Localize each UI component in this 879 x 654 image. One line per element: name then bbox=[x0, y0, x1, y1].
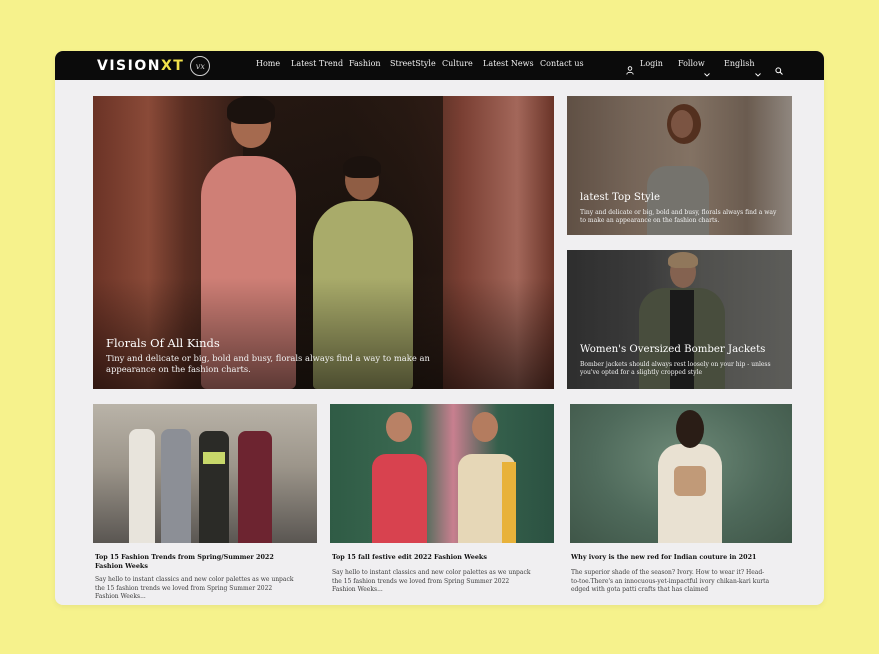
user-icon[interactable] bbox=[626, 60, 634, 79]
logo-wordmark: VISIONXT bbox=[97, 58, 185, 74]
figure-white-coat bbox=[129, 429, 155, 543]
article-1-description: Say hello to instant classics and new co… bbox=[95, 576, 294, 601]
nav-culture[interactable]: Culture bbox=[442, 59, 473, 68]
nav-home[interactable]: Home bbox=[256, 59, 280, 68]
article-2-image[interactable] bbox=[330, 404, 554, 543]
article-2-description: Say hello to instant classics and new co… bbox=[332, 569, 531, 594]
figure-lime-stripe bbox=[203, 452, 225, 464]
figure-grey-coat bbox=[161, 429, 191, 543]
hero-side-top-title: latest Top Style bbox=[580, 192, 661, 203]
figure-back bbox=[674, 466, 706, 496]
search-icon[interactable] bbox=[775, 60, 783, 79]
nav-streetstyle[interactable]: StreetStyle bbox=[390, 59, 436, 68]
nav-contact-us[interactable]: Contact us bbox=[540, 59, 584, 68]
article-3-title[interactable]: Why ivory is the new red for Indian cout… bbox=[571, 553, 786, 562]
hero-side-bottom-description: Bomber jackets should always rest loosel… bbox=[580, 361, 771, 376]
figure-burgundy-suit bbox=[238, 431, 272, 543]
chevron-down-icon[interactable] bbox=[755, 62, 761, 81]
hero-main-title: Florals Of All Kinds bbox=[106, 336, 220, 350]
hero-side-bottom-title: Women's Oversized Bomber Jackets bbox=[580, 344, 766, 355]
hero-side-bottom-card[interactable]: Women's Oversized Bomber Jackets Bomber … bbox=[567, 250, 792, 389]
figure-red-outfit bbox=[372, 454, 427, 543]
nav-latest-news[interactable]: Latest News bbox=[483, 59, 534, 68]
figure-left-head bbox=[386, 412, 412, 442]
logo-emblem-icon: vx bbox=[190, 56, 211, 76]
article-2-title[interactable]: Top 15 fall festive edit 2022 Fashion We… bbox=[332, 553, 547, 562]
chevron-down-icon[interactable] bbox=[704, 62, 710, 81]
follow-dropdown[interactable]: Follow bbox=[678, 59, 705, 68]
article-3-description: The superior shade of the season? Ivory.… bbox=[571, 569, 770, 594]
site-logo[interactable]: VISIONXT vx bbox=[97, 56, 211, 76]
figure-right-head bbox=[472, 412, 498, 442]
figure-striped-top bbox=[199, 431, 229, 543]
article-1-image[interactable] bbox=[93, 404, 317, 543]
nav-fashion[interactable]: Fashion bbox=[349, 59, 381, 68]
figure-yellow-dupatta bbox=[502, 462, 516, 543]
hero-main-card[interactable]: Florals Of All Kinds Tiny and delicate o… bbox=[93, 96, 554, 389]
language-dropdown[interactable]: English bbox=[724, 59, 755, 68]
hero-main-description: Tiny and delicate or big, bold and busy,… bbox=[106, 353, 430, 374]
figure-hair-bun bbox=[676, 410, 704, 448]
festive-background bbox=[330, 404, 554, 543]
article-3-image[interactable] bbox=[570, 404, 792, 543]
top-navbar: VISIONXT vx Home Latest Trend Fashion St… bbox=[55, 51, 824, 80]
hero-side-top-card[interactable]: latest Top Style Tiny and delicate or bi… bbox=[567, 96, 792, 235]
login-link[interactable]: Login bbox=[640, 59, 663, 68]
browser-window: VISIONXT vx Home Latest Trend Fashion St… bbox=[55, 51, 824, 605]
nav-latest-trend[interactable]: Latest Trend bbox=[291, 59, 343, 68]
hero-side-top-description: Tiny and delicate or big, bold and busy,… bbox=[580, 209, 777, 224]
article-1-title[interactable]: Top 15 Fashion Trends from Spring/Summer… bbox=[95, 553, 285, 572]
